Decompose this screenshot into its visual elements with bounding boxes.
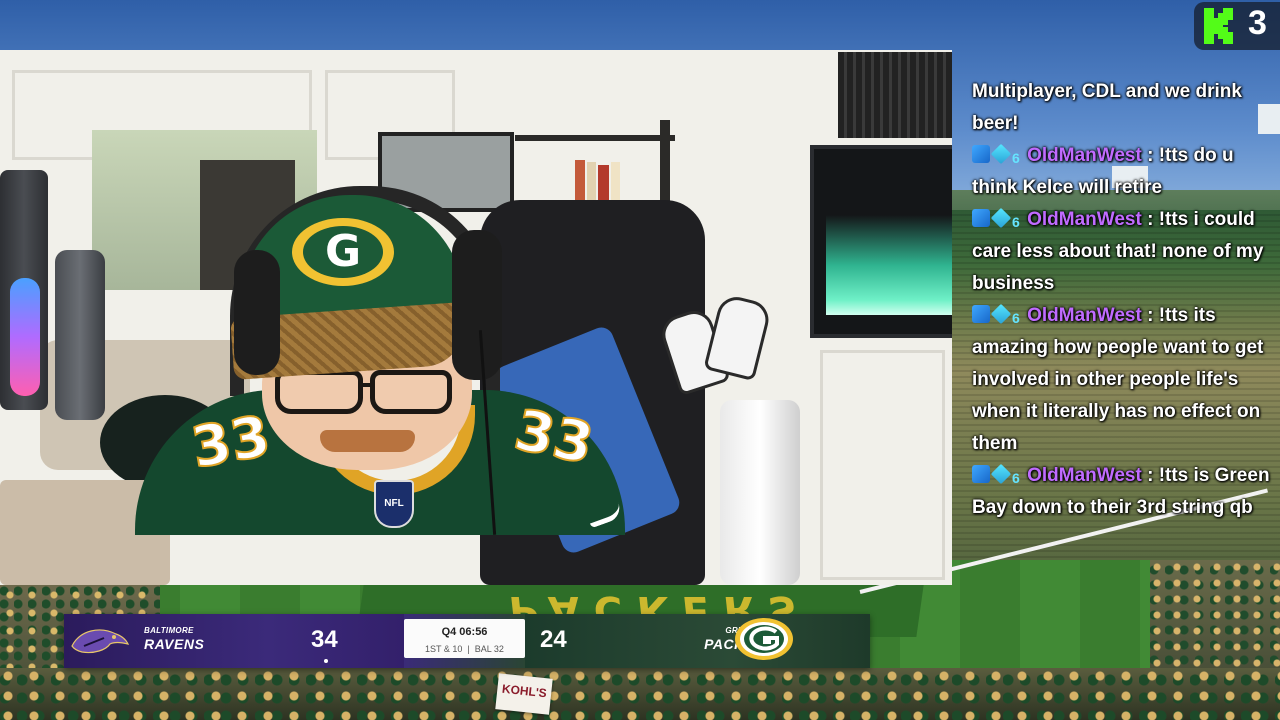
glasses — [370, 370, 452, 414]
quarter-clock: Q4 06:56 — [441, 626, 488, 638]
gift-badge-icon: 6 — [1012, 214, 1020, 230]
kohls-sign: KOHL'S — [495, 673, 553, 715]
team-home: 24 GREEN BAY PACKERS — [525, 614, 870, 668]
sword-badge-icon — [972, 465, 990, 483]
chat-separator: : — [1147, 209, 1154, 230]
chat-message: Multiplayer, CDL and we drink beer! — [972, 76, 1272, 140]
chat-message: 6 OldManWest : !tts i could care less ab… — [972, 204, 1272, 300]
game-info: Q4 06:56 1ST & 10 | BAL 32 — [404, 614, 525, 668]
gem-badge-icon — [990, 207, 1012, 229]
chat-overlay: Multiplayer, CDL and we drink beer! 6 Ol… — [972, 76, 1272, 524]
streamer: 33 33 NFL G — [0, 50, 952, 585]
chat-message: 6 OldManWest : !tts is Green Bay down to… — [972, 460, 1272, 524]
chat-username[interactable]: OldManWest — [1027, 465, 1142, 486]
away-city: BALTIMORE — [144, 626, 194, 635]
chat-username[interactable]: OldManWest — [1027, 145, 1142, 166]
gift-badge-icon: 6 — [1012, 470, 1020, 486]
chat-message-text: !tts its amazing how people want to get … — [972, 305, 1264, 454]
chat-separator: : — [1147, 465, 1154, 486]
gem-badge-icon — [990, 303, 1012, 325]
packers-logo-icon — [735, 618, 793, 660]
gem-badge-icon — [990, 143, 1012, 165]
chat-username[interactable]: OldManWest — [1027, 209, 1142, 230]
kick-logo-icon — [1204, 8, 1233, 44]
ball-on: BAL 32 — [474, 644, 504, 654]
viewer-count: 3 — [1248, 4, 1267, 42]
chat-username[interactable]: OldManWest — [1027, 305, 1142, 326]
sword-badge-icon — [972, 305, 990, 323]
team-away: BALTIMORE RAVENS 34 — [64, 614, 404, 668]
jersey-number-left: 33 — [186, 403, 276, 483]
nfl-shield-icon: NFL — [374, 480, 414, 528]
down-and-distance: 1ST & 10 — [425, 644, 463, 654]
gift-badge-icon: 6 — [1012, 310, 1020, 326]
glasses-bridge — [360, 383, 372, 387]
chat-message: 6 OldManWest : !tts its amazing how peop… — [972, 300, 1272, 460]
away-score: 34 — [311, 626, 338, 653]
down-distance: 1ST & 10 | BAL 32 — [425, 644, 504, 654]
possession-indicator — [324, 659, 328, 663]
sword-badge-icon — [972, 145, 990, 163]
chat-separator: : — [1147, 145, 1154, 166]
chat-message-text: Multiplayer, CDL and we drink beer! — [972, 81, 1242, 134]
gem-badge-icon — [990, 463, 1012, 485]
glasses — [275, 370, 363, 414]
chat-message: 6 OldManWest : !tts do u think Kelce wil… — [972, 140, 1272, 204]
sword-badge-icon — [972, 209, 990, 227]
headset-earcup-left — [234, 250, 280, 375]
home-score: 24 — [540, 626, 567, 653]
away-name: RAVENS — [144, 636, 205, 652]
ravens-logo-icon — [71, 629, 130, 654]
game-status-box: Q4 06:56 1ST & 10 | BAL 32 — [404, 619, 525, 658]
crowd-bottom — [0, 668, 1280, 720]
gift-badge-icon: 6 — [1012, 150, 1020, 166]
headset-earcup-right — [452, 230, 502, 380]
mustache — [320, 430, 415, 452]
chat-separator: : — [1147, 305, 1154, 326]
cap-logo-letter: G — [324, 226, 362, 277]
